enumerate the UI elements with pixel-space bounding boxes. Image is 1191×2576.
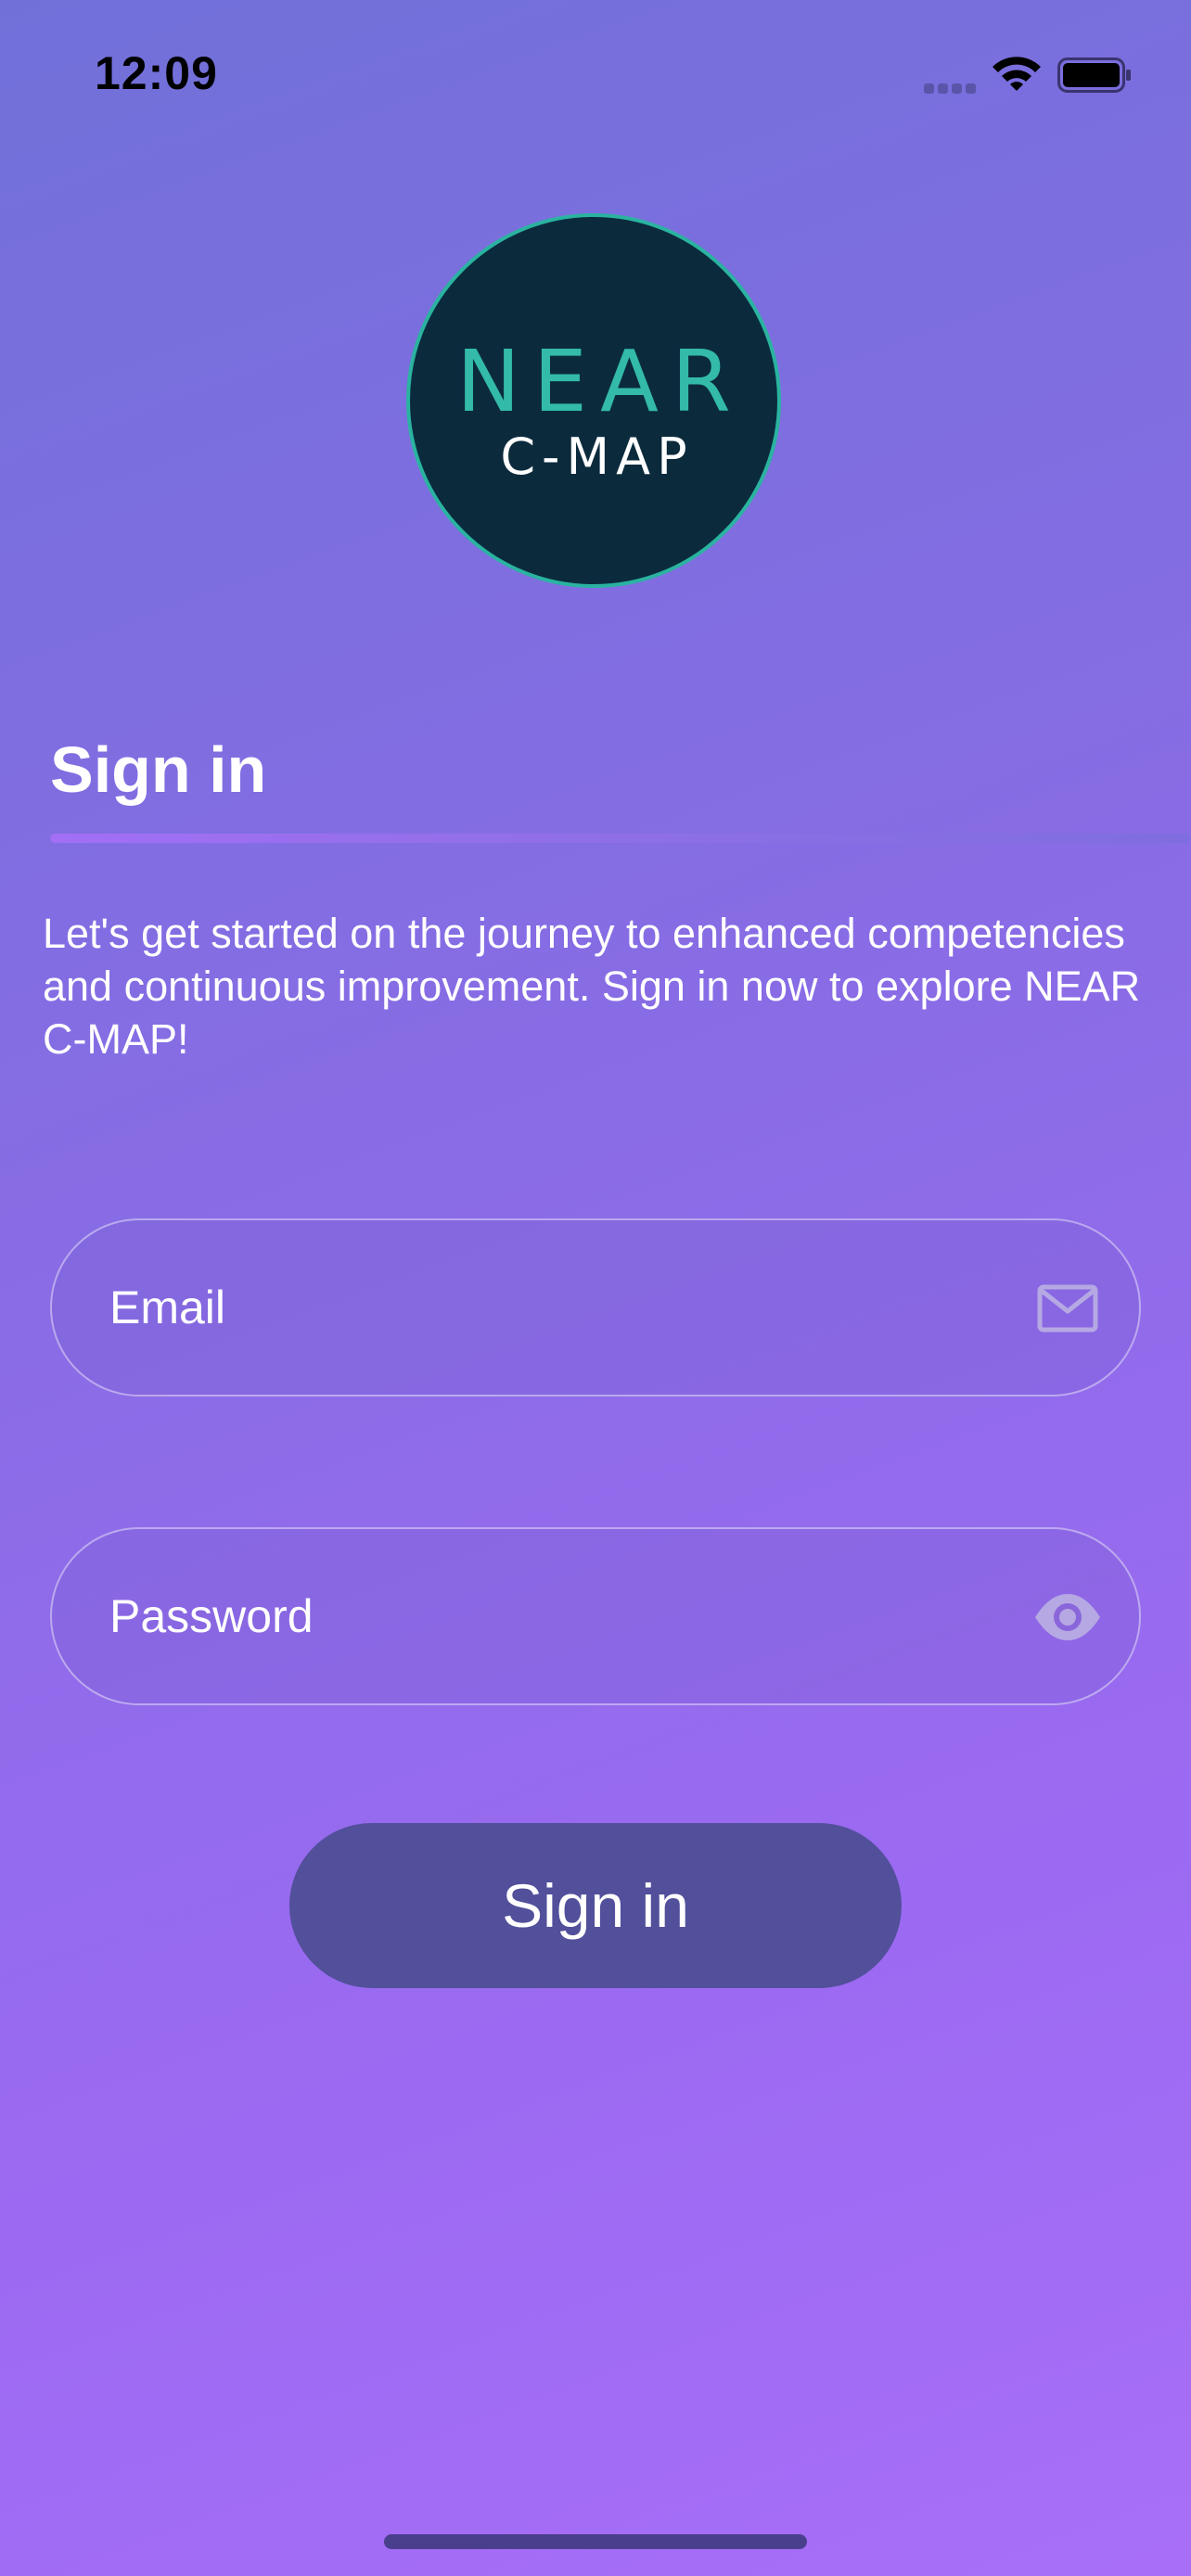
- battery-icon: [1057, 57, 1131, 93]
- near-cmap-logo: NEAR C-MAP: [406, 213, 781, 588]
- intro-text: Let's get started on the journey to enha…: [43, 910, 1141, 1063]
- home-indicator[interactable]: [384, 2534, 807, 2549]
- sign-in-button[interactable]: Sign in: [289, 1823, 902, 1988]
- signal-dots-icon: [924, 83, 980, 95]
- status-bar: 12:09: [0, 0, 1191, 148]
- mail-icon: [1037, 1284, 1098, 1333]
- password-input[interactable]: [109, 1529, 944, 1703]
- logo-text-near: NEAR: [456, 332, 744, 431]
- password-field[interactable]: [50, 1527, 1141, 1705]
- eye-icon[interactable]: [1033, 1583, 1102, 1651]
- email-input[interactable]: [109, 1220, 944, 1395]
- wifi-icon: [992, 57, 1041, 91]
- logo-text-cmap: C-MAP: [500, 427, 694, 486]
- title-underline: [50, 834, 1191, 843]
- status-time: 12:09: [95, 47, 218, 99]
- sign-in-screen: 12:09 NEAR C-MAP Sign in Let's get start…: [0, 0, 1191, 2576]
- email-field[interactable]: [50, 1218, 1141, 1396]
- page-title: Sign in: [50, 733, 267, 806]
